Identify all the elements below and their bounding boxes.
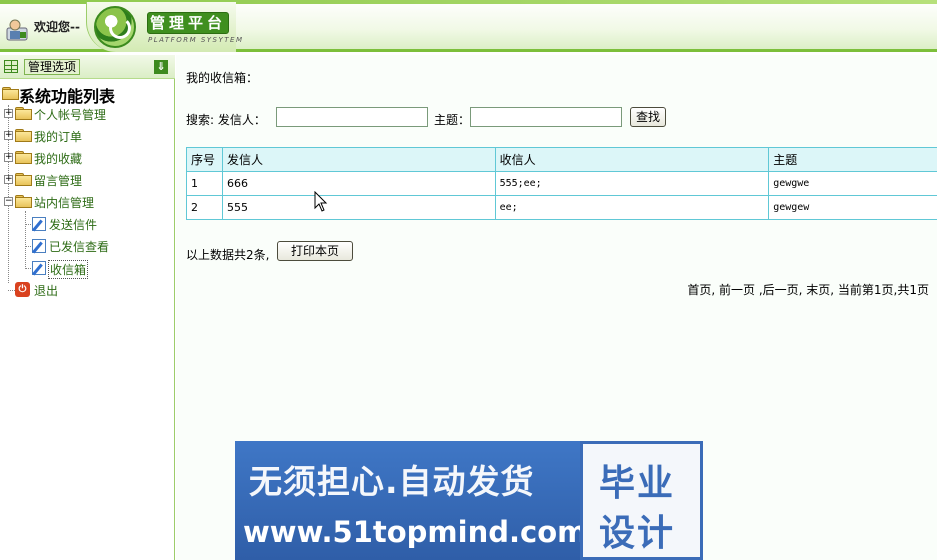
inbox-table: 序号 发信人 收信人 主题 1 666 555;ee; gewgwe 2 555… xyxy=(186,147,937,220)
tree-guide-line xyxy=(8,290,15,291)
edit-icon xyxy=(32,261,46,275)
sidebar-item-label: 我的收藏 xyxy=(34,152,83,166)
column-header: 序号 xyxy=(186,147,223,172)
manage-options-button[interactable]: 管理选项 xyxy=(24,59,80,75)
mouse-cursor-icon xyxy=(314,191,328,212)
table-row[interactable]: 1 666 555;ee; gewgwe xyxy=(186,171,937,196)
collapse-icon[interactable]: − xyxy=(4,197,13,206)
page-title: 我的收信箱： xyxy=(186,71,259,85)
column-header: 发信人 xyxy=(221,147,496,172)
folder-icon xyxy=(15,129,32,142)
sidebar-item-label: 站内信管理 xyxy=(34,196,95,210)
sidebar: 管理选项 ⇓ 系统功能列表 + 个人帐号管理 + 我的订单 + 我的收藏 + 留… xyxy=(0,55,175,560)
sidebar-item-label: 退出 xyxy=(34,284,59,298)
search-bar: 搜索: 发信人： 主题： 查找 xyxy=(186,107,936,127)
table-cell: 666 xyxy=(221,171,496,196)
watermark-banner: 无须担心.自动发货 www.51topmind.com 毕业 设计 xyxy=(235,441,703,560)
brand-subtitle: PLATFORM SYSYTEM xyxy=(148,36,244,44)
sidebar-item-label: 个人帐号管理 xyxy=(34,108,107,122)
table-icon xyxy=(4,60,18,73)
folder-open-icon xyxy=(15,195,32,208)
column-header: 收信人 xyxy=(494,147,770,172)
edit-icon xyxy=(32,239,46,253)
table-cell: 555;ee; xyxy=(494,171,770,196)
total-count-text: 以上数据共2条, xyxy=(186,248,270,262)
watermark-badge-line1: 毕业 xyxy=(599,463,676,504)
table-cell: ee; xyxy=(494,195,770,220)
watermark-text-panel: 无须担心.自动发货 www.51topmind.com xyxy=(235,441,587,560)
sidebar-item-label: 收信箱 xyxy=(48,260,89,279)
pagination[interactable]: 首页, 前一页 ,后一页, 末页, 当前第1页,共1页 xyxy=(687,281,929,298)
sidebar-item-label: 已发信查看 xyxy=(49,240,110,254)
expand-icon[interactable]: + xyxy=(4,109,13,118)
sender-input[interactable] xyxy=(276,107,428,127)
folder-icon xyxy=(15,173,32,186)
table-cell: gewgew xyxy=(768,195,937,220)
watermark-badge: 毕业 设计 xyxy=(580,441,703,560)
watermark-badge-line2: 设计 xyxy=(599,513,676,554)
folder-icon xyxy=(15,151,32,164)
platform-logo-icon xyxy=(94,6,136,48)
watermark-slogan: 无须担心.自动发货 xyxy=(249,462,535,501)
sidebar-toolbar: 管理选项 ⇓ xyxy=(0,55,175,79)
subject-input[interactable] xyxy=(470,107,622,127)
welcome-text: 欢迎您-- xyxy=(34,20,80,34)
folder-open-icon xyxy=(2,87,19,100)
print-page-button[interactable]: 打印本页 xyxy=(277,241,353,261)
tree-guide-line xyxy=(25,211,26,267)
search-subject-label: 主题： xyxy=(434,113,471,127)
folder-icon xyxy=(15,107,32,120)
watermark-url: www.51topmind.com xyxy=(243,515,588,549)
search-sender-label: 搜索: 发信人： xyxy=(186,113,266,127)
table-cell: 555 xyxy=(221,195,496,220)
sidebar-item-label: 发送信件 xyxy=(49,218,98,232)
arrow-down-icon[interactable]: ⇓ xyxy=(154,60,168,74)
expand-icon[interactable]: + xyxy=(4,131,13,140)
edit-icon xyxy=(32,217,46,231)
sidebar-item-label: 留言管理 xyxy=(34,174,83,188)
power-icon: ⏻ xyxy=(15,282,30,297)
sidebar-item-label: 我的订单 xyxy=(34,130,83,144)
table-cell: 1 xyxy=(186,171,223,196)
expand-icon[interactable]: + xyxy=(4,175,13,184)
table-cell: 2 xyxy=(186,195,223,220)
table-row[interactable]: 2 555 ee; gewgew xyxy=(186,195,937,220)
top-header: 欢迎您-- 管理平台 PLATFORM SYSYTEM xyxy=(0,0,937,52)
tree-root-label: 系统功能列表 xyxy=(19,87,116,106)
summary-row: 以上数据共2条, 打印本页 xyxy=(186,241,486,262)
table-cell: gewgwe xyxy=(768,171,937,196)
search-button[interactable]: 查找 xyxy=(630,107,666,127)
column-header: 主题 xyxy=(768,147,937,172)
user-icon xyxy=(6,19,28,41)
brand-title: 管理平台 xyxy=(147,12,229,34)
expand-icon[interactable]: + xyxy=(4,153,13,162)
table-header-row: 序号 发信人 收信人 主题 xyxy=(186,147,937,172)
